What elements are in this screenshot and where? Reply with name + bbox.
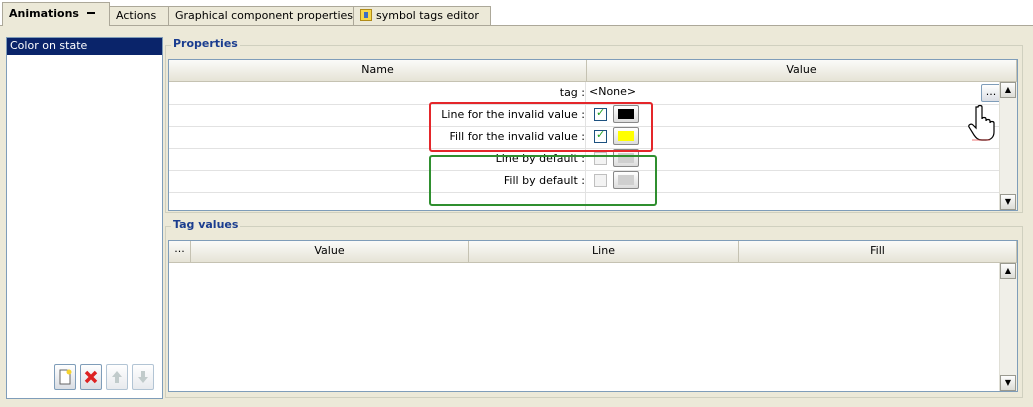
invalid-values-highlight [429, 102, 653, 152]
column-header-fill[interactable]: Fill [739, 241, 1017, 263]
tab-bar: Animations Actions Graphical component p… [0, 0, 1033, 26]
property-value: <None> [589, 85, 637, 98]
tab-symbol-tags-editor[interactable]: symbol tags editor [353, 6, 491, 26]
tag-values-scrollbar[interactable]: ▲ ▼ [999, 263, 1017, 391]
scroll-down-icon[interactable]: ▼ [1000, 375, 1016, 391]
collapse-icon[interactable] [86, 12, 95, 14]
arrow-up-icon [112, 371, 122, 383]
add-button[interactable] [54, 364, 76, 390]
scroll-down-icon[interactable]: ▼ [1000, 194, 1016, 210]
property-name: tag : [559, 86, 585, 99]
tab-actions[interactable]: Actions [109, 6, 169, 26]
list-toolbar [54, 364, 158, 392]
new-page-icon [59, 369, 72, 385]
table-menu-button[interactable]: ... [169, 241, 191, 263]
column-header-value[interactable]: Value [191, 241, 469, 263]
tab-symbol-label: symbol tags editor [376, 9, 479, 22]
tag-editor-icon [360, 9, 372, 21]
column-header-line[interactable]: Line [469, 241, 739, 263]
tab-graphical-label: Graphical component properties [175, 9, 353, 22]
tag-values-table: ... Value Line Fill ▲ ▼ [168, 240, 1018, 392]
column-header-name[interactable]: Name [169, 60, 587, 82]
tab-animations-label: Animations [9, 7, 79, 20]
tab-animations[interactable]: Animations [2, 2, 110, 26]
scroll-up-icon[interactable]: ▲ [1000, 82, 1016, 98]
properties-title: Properties [171, 37, 240, 50]
tab-graphical-component-properties[interactable]: Graphical component properties [168, 6, 354, 26]
default-values-highlight [429, 155, 657, 206]
scroll-up-icon[interactable]: ▲ [1000, 263, 1016, 279]
arrow-down-icon [138, 371, 148, 383]
list-item[interactable]: Color on state [7, 38, 162, 55]
delete-button[interactable] [80, 364, 102, 390]
tag-ellipsis-button[interactable]: ... [981, 84, 1001, 102]
tag-values-title: Tag values [171, 218, 241, 231]
red-x-icon [84, 370, 98, 384]
animation-list[interactable]: Color on state [6, 37, 163, 399]
move-down-button[interactable] [132, 364, 154, 390]
properties-scrollbar[interactable]: ▲ ▼ [999, 82, 1017, 210]
tab-actions-label: Actions [116, 9, 157, 22]
column-header-value[interactable]: Value [587, 60, 1017, 82]
hand-cursor-icon [968, 104, 995, 141]
move-up-button[interactable] [106, 364, 128, 390]
